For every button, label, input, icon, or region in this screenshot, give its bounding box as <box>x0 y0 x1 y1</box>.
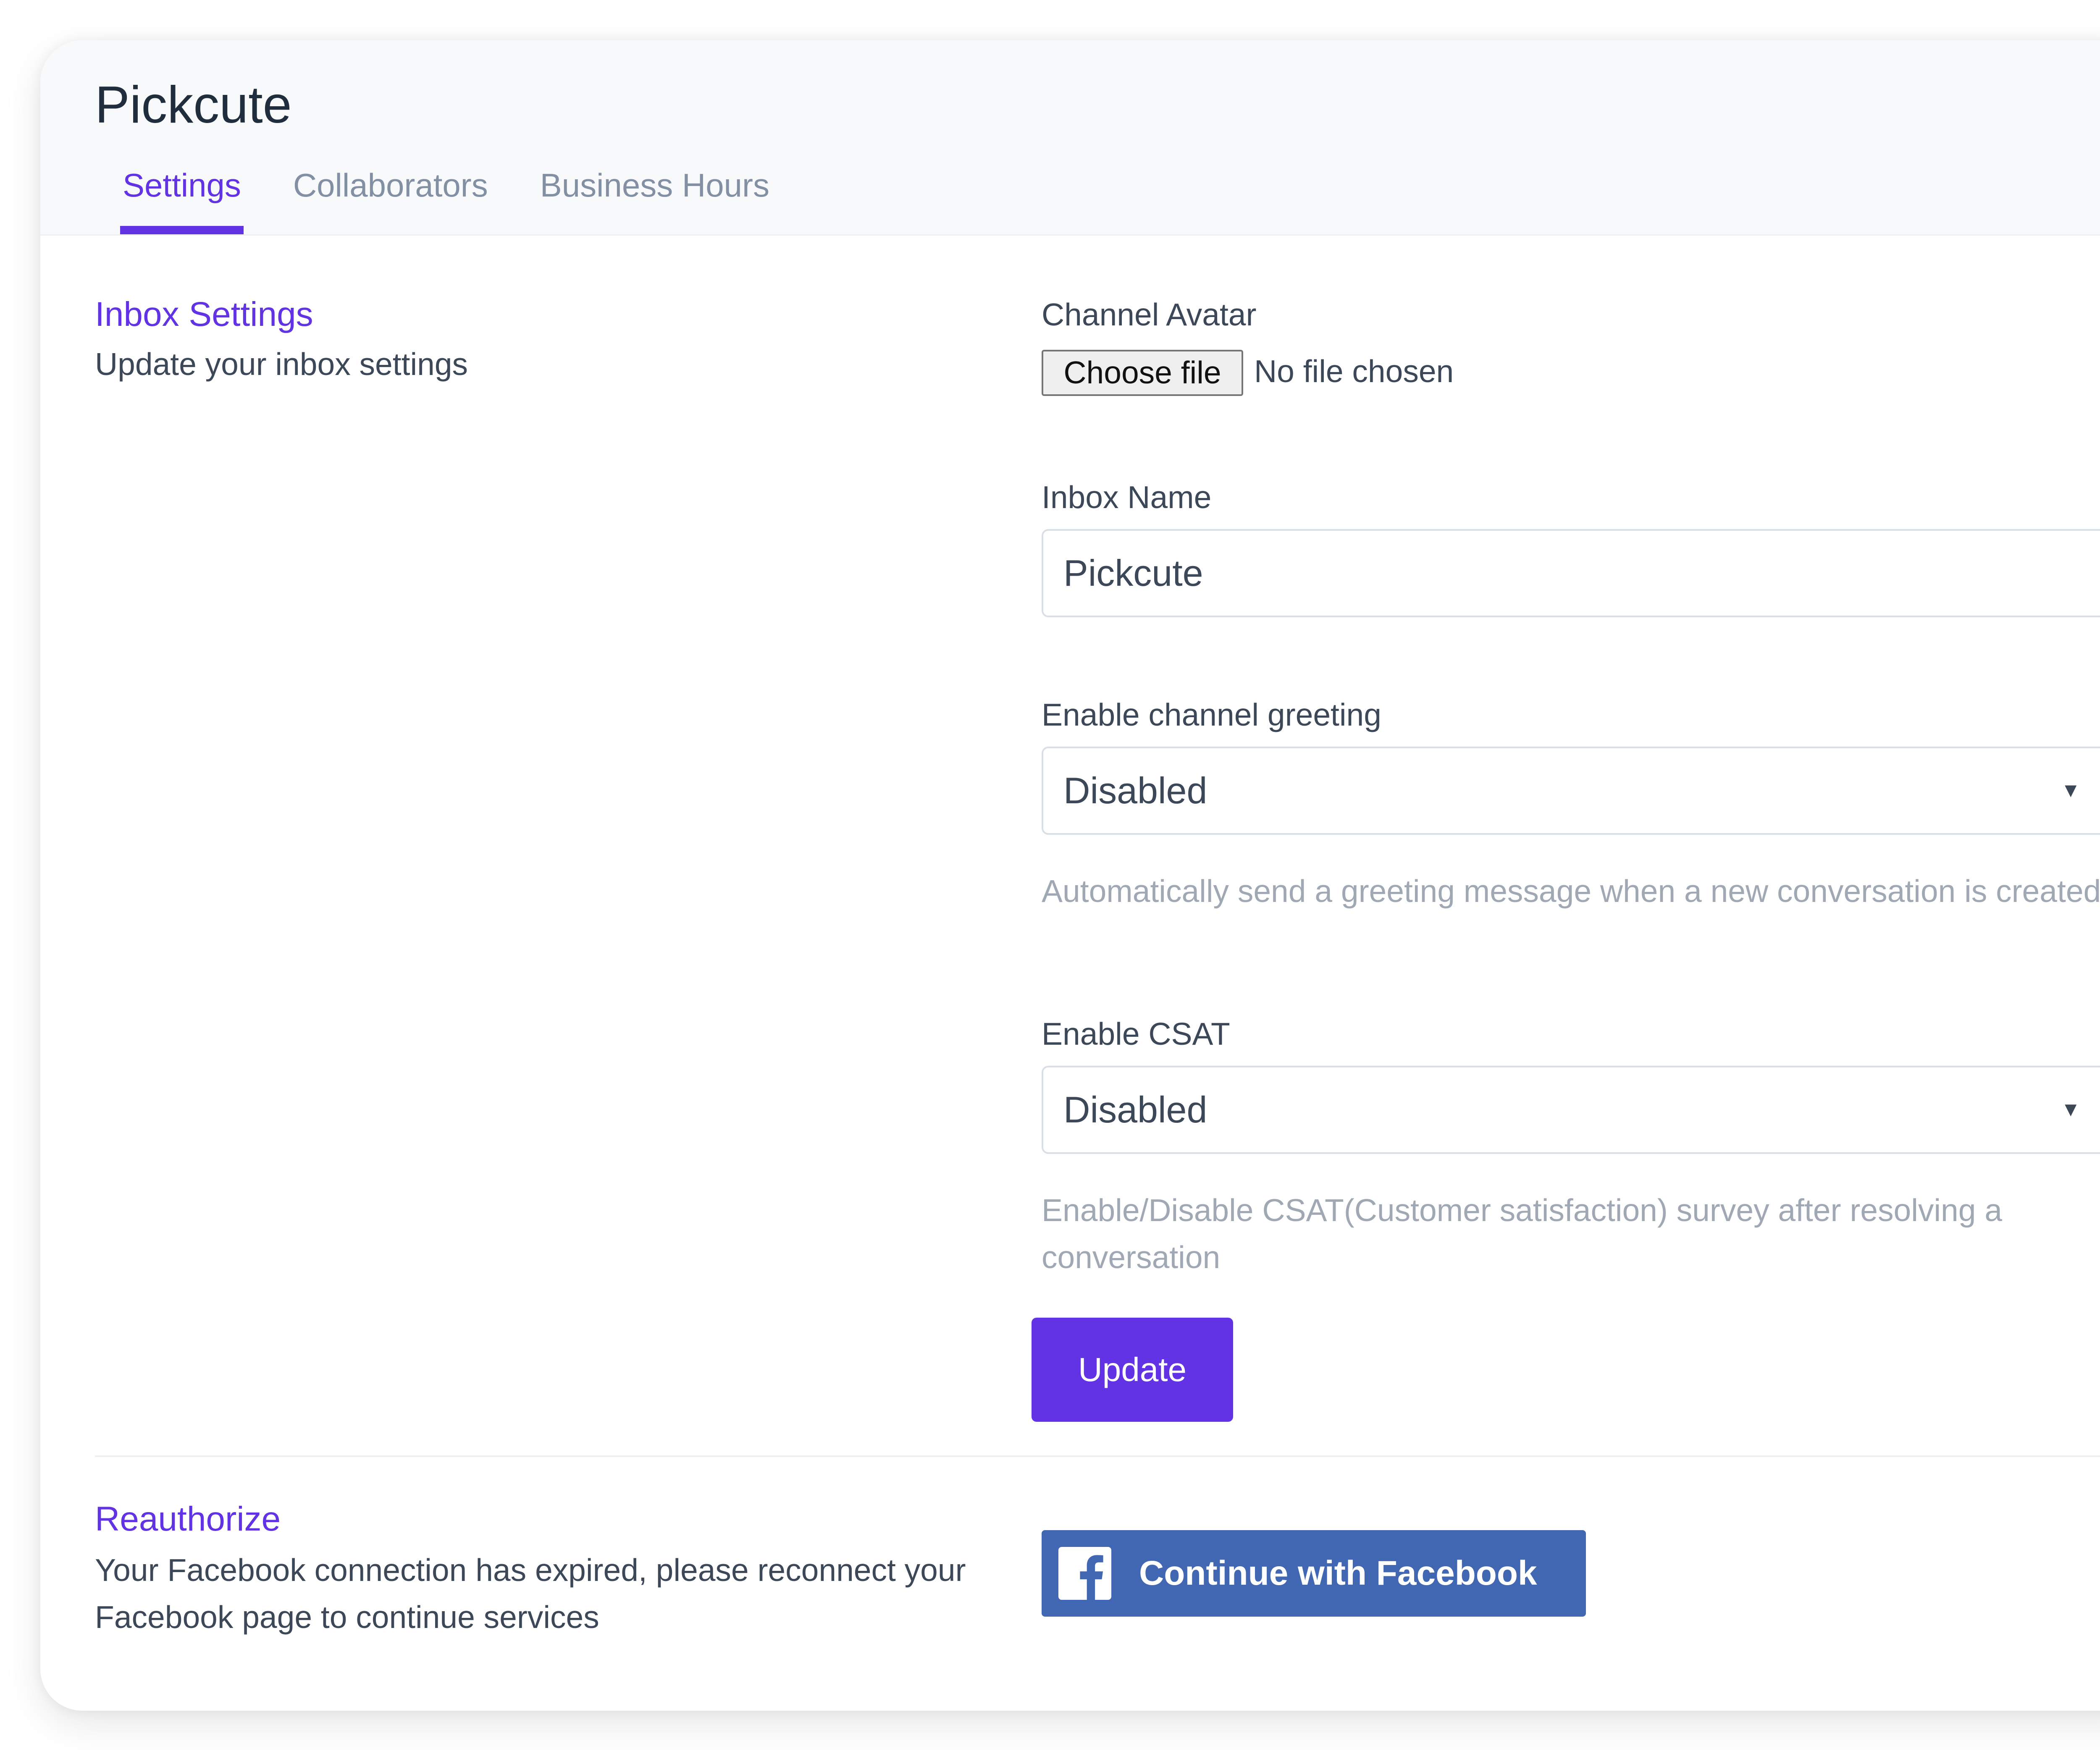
file-status-text: No file chosen <box>1254 354 1454 389</box>
inbox-name-label: Inbox Name <box>1042 480 1212 515</box>
reauthorize-title: Reauthorize <box>95 1500 281 1538</box>
section-divider <box>95 1455 2100 1457</box>
tab-business-hours[interactable]: Business Hours <box>540 163 769 234</box>
inbox-name-input[interactable]: Pickcute <box>1042 529 2100 617</box>
caret-down-icon: ▼ <box>2061 1098 2081 1121</box>
inbox-settings-description: Update your inbox settings <box>95 346 468 382</box>
channel-avatar-label: Channel Avatar <box>1042 297 1257 332</box>
choose-file-button[interactable]: Choose file <box>1042 350 1243 396</box>
page-title: Pickcute <box>95 76 292 134</box>
tab-settings[interactable]: Settings <box>120 163 244 234</box>
caret-down-icon: ▼ <box>2061 779 2081 802</box>
update-button[interactable]: Update <box>1032 1318 1233 1422</box>
facebook-button-label: Continue with Facebook <box>1139 1554 1537 1592</box>
continue-with-facebook-button[interactable]: Continue with Facebook <box>1042 1530 1586 1617</box>
facebook-icon <box>1058 1547 1111 1600</box>
csat-value: Disabled <box>1063 1089 1208 1130</box>
tab-collaborators[interactable]: Collaborators <box>293 163 488 234</box>
channel-greeting-value: Disabled <box>1063 770 1208 811</box>
page-header: Pickcute Settings Collaborators Business… <box>40 40 2100 236</box>
tab-bar: Settings Collaborators Business Hours <box>120 163 822 234</box>
reauthorize-description: Your Facebook connection has expired, pl… <box>95 1552 966 1635</box>
channel-greeting-select[interactable]: Disabled ▼ <box>1042 747 2100 835</box>
inbox-name-value: Pickcute <box>1063 552 1203 594</box>
csat-help: Enable/Disable CSAT(Customer satisfactio… <box>1042 1193 2003 1275</box>
inbox-settings-card: Pickcute Settings Collaborators Business… <box>40 40 2100 1711</box>
csat-select[interactable]: Disabled ▼ <box>1042 1066 2100 1154</box>
csat-label: Enable CSAT <box>1042 1016 1230 1051</box>
channel-greeting-help: Automatically send a greeting message wh… <box>1042 873 2100 909</box>
channel-greeting-label: Enable channel greeting <box>1042 697 1381 732</box>
inbox-settings-title: Inbox Settings <box>95 295 313 333</box>
